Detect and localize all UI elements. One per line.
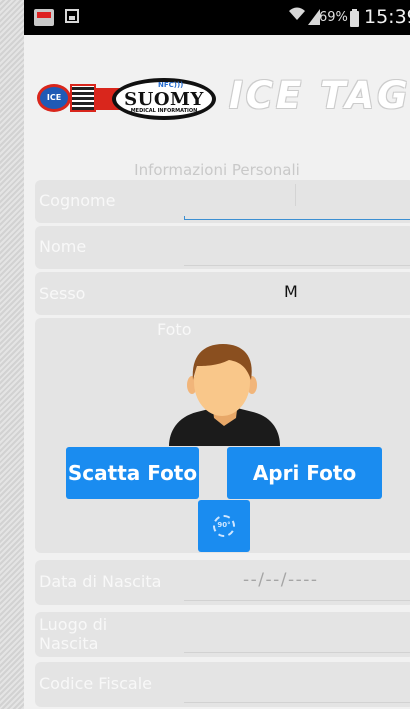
sesso-row[interactable]: Sesso M <box>35 272 410 315</box>
app-screen: 69% 15:39 ICE NFC))) SUOMY MEDICAL INFOR… <box>24 0 410 709</box>
data-nascita-picker[interactable]: --/--/---- <box>243 570 319 590</box>
nome-row: Nome <box>35 226 410 269</box>
codice-fiscale-input[interactable] <box>184 662 410 707</box>
luogo-nascita-input[interactable] <box>184 612 410 657</box>
foto-label: Foto <box>157 320 192 339</box>
open-photo-button[interactable]: Apri Foto <box>227 447 382 499</box>
codice-fiscale-label: Codice Fiscale <box>39 674 152 693</box>
data-nascita-label: Data di Nascita <box>39 572 162 591</box>
status-bar: 69% 15:39 <box>24 0 410 35</box>
sesso-select[interactable]: M <box>284 282 298 301</box>
ice-logo-icon: ICE <box>37 84 71 112</box>
cognome-label: Cognome <box>39 191 116 210</box>
nome-input[interactable] <box>184 226 410 269</box>
suomy-logo: NFC))) SUOMY MEDICAL INFORMATION <box>112 78 216 120</box>
rotate-photo-button[interactable]: 90° <box>198 500 250 552</box>
brand-name: SUOMY <box>124 89 204 110</box>
text-cursor-divider <box>295 184 296 206</box>
luogo-nascita-row: Luogo di Nascita <box>35 612 410 657</box>
screenshot-notification-icon <box>65 9 79 23</box>
sesso-label: Sesso <box>39 284 86 303</box>
qr-code-icon <box>70 84 96 112</box>
battery-icon <box>350 9 359 27</box>
ice-tag-logo: ICE TAG <box>229 74 410 117</box>
avatar-placeholder-icon[interactable] <box>167 342 282 447</box>
take-photo-button[interactable]: Scatta Foto <box>66 447 199 499</box>
photo-section: Foto Scatta Foto Apri Foto 90° <box>35 318 410 553</box>
wifi-icon <box>289 7 305 25</box>
battery-percent: 69% <box>319 10 348 25</box>
nfc-mark: NFC))) <box>158 81 184 89</box>
cognome-input[interactable] <box>184 180 410 223</box>
section-title: Informazioni Personali <box>134 161 300 179</box>
codice-fiscale-row: Codice Fiscale <box>35 662 410 707</box>
nome-label: Nome <box>39 237 87 256</box>
clock: 15:39 <box>364 6 410 28</box>
rotate-icon: 90° <box>213 515 235 537</box>
luogo-nascita-label: Luogo di Nascita <box>39 615 108 653</box>
data-nascita-row: Data di Nascita --/--/---- <box>35 560 410 605</box>
cognome-row: Cognome <box>35 180 410 223</box>
brand-subtitle: MEDICAL INFORMATION <box>130 108 198 114</box>
notification-app-icon <box>34 9 54 26</box>
